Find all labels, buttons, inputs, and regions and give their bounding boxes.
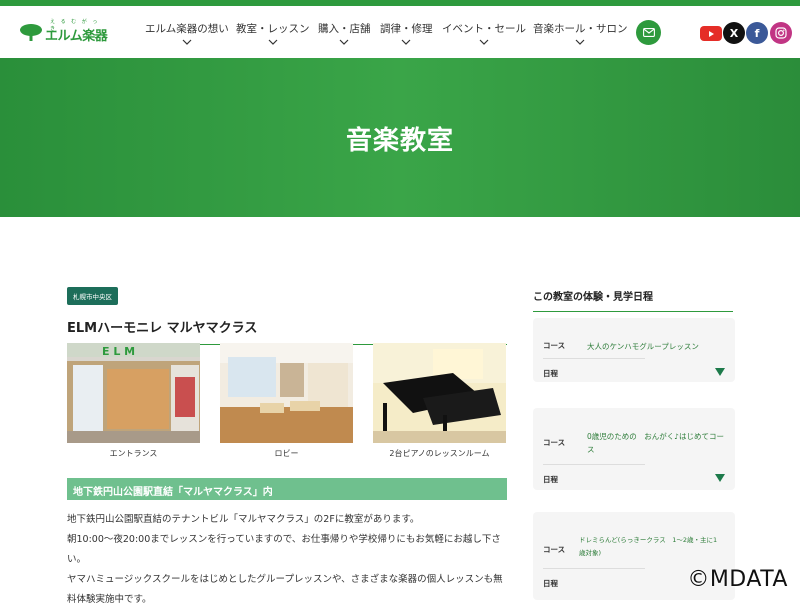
facebook-icon[interactable]: f	[746, 22, 768, 44]
nav-item-label: エルム楽器の想い	[145, 23, 229, 35]
card-divider	[543, 358, 645, 359]
area-badge: 札幌市中央区	[67, 287, 118, 305]
description-paragraph: ヤマハミュージックスクールをはじめとしたグループレッスンや、さまざまな楽器の個人…	[67, 570, 507, 610]
youtube-icon[interactable]	[700, 26, 722, 41]
course-name[interactable]: 0歳児のための おんがく♪はじめてコース	[587, 430, 731, 456]
entrance-photo: E L M	[67, 343, 200, 443]
site-header: え る む が っ き エルム楽器 エルム楽器の想い 教室・レッスン 購入・店舗…	[0, 6, 800, 58]
nav-item-philosophy[interactable]: エルム楽器の想い	[145, 21, 229, 46]
nav-item-shop[interactable]: 購入・店舗	[318, 21, 371, 46]
nav-item-label: イベント・セール	[442, 23, 526, 35]
chevron-down-icon	[401, 38, 411, 46]
date-label: 日程	[543, 578, 558, 589]
site-logo[interactable]: え る む が っ き エルム楽器	[20, 21, 100, 43]
page-title: 音楽教室	[0, 120, 800, 157]
card-divider	[543, 464, 645, 465]
chevron-down-icon	[575, 38, 585, 46]
date-label: 日程	[543, 368, 558, 379]
course-label: コース	[543, 340, 565, 351]
nav-item-hall[interactable]: 音楽ホール・サロン	[533, 21, 628, 46]
section-headline: 地下鉄円山公園駅直結「マルヤマクラス」内	[67, 478, 507, 500]
piano-room-photo	[373, 343, 506, 443]
expand-triangle-icon[interactable]	[715, 474, 725, 482]
photo-caption: 2台ピアノのレッスンルーム	[373, 448, 506, 459]
schedule-card[interactable]: コース 大人のケンハモグループレッスン 日程	[533, 318, 735, 382]
photo-caption: エントランス	[67, 448, 200, 459]
sidebar-title: この教室の体験・見学日程	[533, 284, 733, 312]
course-name[interactable]: 大人のケンハモグループレッスン	[587, 340, 731, 353]
nav-item-label: 調律・修理	[380, 23, 433, 35]
description: 地下鉄円山公園駅直結のテナントビル「マルヤマクラス」の2Fに教室があります。 朝…	[67, 510, 507, 610]
course-label: コース	[543, 437, 565, 448]
lobby-photo	[220, 343, 353, 443]
chevron-down-icon	[479, 38, 489, 46]
description-paragraph: 地下鉄円山公園駅直結のテナントビル「マルヤマクラス」の2Fに教室があります。	[67, 510, 507, 530]
page-hero: 音楽教室	[0, 58, 800, 217]
nav-item-tuning[interactable]: 調律・修理	[380, 21, 433, 46]
nav-item-label: 購入・店舗	[318, 23, 371, 35]
card-divider	[543, 568, 645, 569]
nav-item-label: 教室・レッスン	[236, 23, 310, 35]
chevron-down-icon	[182, 38, 192, 46]
svg-text:E L M: E L M	[102, 345, 135, 358]
date-label: 日程	[543, 474, 558, 485]
contact-mail-button[interactable]	[636, 20, 661, 45]
logo-text: エルム楽器	[45, 25, 107, 44]
mail-icon	[643, 28, 655, 37]
nav-item-events[interactable]: イベント・セール	[442, 21, 526, 46]
nav-item-lessons[interactable]: 教室・レッスン	[236, 21, 310, 46]
classroom-title: ELMハーモニレ マルヤマクラス	[67, 317, 507, 345]
chevron-down-icon	[268, 38, 278, 46]
x-icon[interactable]: X	[723, 22, 745, 44]
watermark: ©MDATA	[687, 567, 788, 592]
classroom-detail: 札幌市中央区 ELMハーモニレ マルヤマクラス E L M	[67, 284, 507, 345]
description-paragraph: 朝10:00〜夜20:00までレッスンを行っていますので、お仕事帰りや学校帰りに…	[67, 530, 507, 570]
schedule-card[interactable]: コース 0歳児のための おんがく♪はじめてコース 日程	[533, 408, 735, 490]
photo-gallery: E L M	[67, 343, 507, 463]
tree-icon	[20, 23, 42, 41]
trial-schedule-sidebar: この教室の体験・見学日程 コース 大人のケンハモグループレッスン 日程 コース …	[533, 284, 733, 312]
nav-item-label: 音楽ホール・サロン	[533, 23, 628, 35]
instagram-icon[interactable]	[770, 22, 792, 44]
photo-caption: ロビー	[220, 448, 353, 459]
chevron-down-icon	[339, 38, 349, 46]
course-label: コース	[543, 544, 565, 555]
course-name[interactable]: ドレミらんど(らっきークラス 1〜2歳・主に1歳対象)	[579, 534, 723, 560]
expand-triangle-icon[interactable]	[715, 368, 725, 376]
